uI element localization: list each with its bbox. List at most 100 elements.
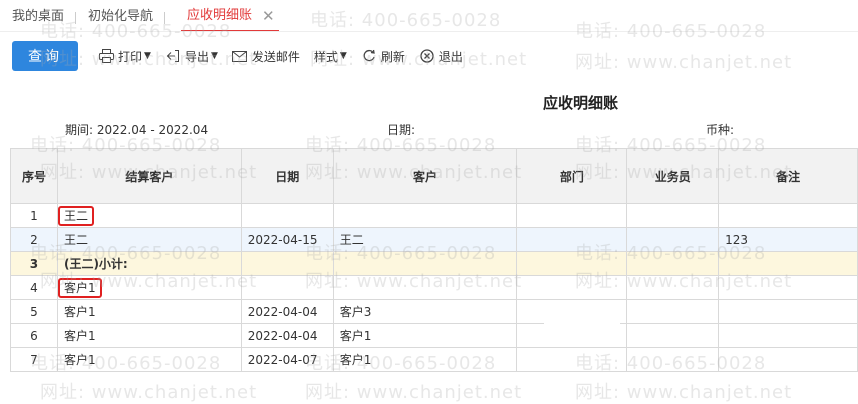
send-email-label: 发送邮件 (251, 49, 300, 64)
cell-customer: 王二 (332, 227, 518, 252)
exit-button[interactable]: 退出 (419, 48, 463, 65)
cell-customer (332, 275, 518, 300)
refresh-icon (361, 48, 377, 64)
table-row[interactable]: 7 客户1 2022-04-07 客户1 (10, 347, 858, 372)
cell-settle-customer: 客户1 (56, 299, 242, 324)
cell-salesperson (626, 227, 720, 252)
cell-remark: 123 (718, 227, 858, 252)
chevron-down-icon: ▼ (339, 51, 347, 61)
table-row[interactable]: 6 客户1 2022-04-04 客户1 (10, 323, 858, 348)
cell-date (240, 251, 334, 276)
blank-patch (544, 311, 620, 347)
cell-salesperson (626, 275, 720, 300)
cell-department (516, 203, 628, 228)
column-header-date[interactable]: 日期 (240, 148, 334, 204)
table-row[interactable]: 5 客户1 2022-04-04 客户3 (10, 299, 858, 324)
cell-salesperson (626, 299, 720, 324)
highlight-box: 客户1 (58, 277, 102, 298)
tab-divider (0, 31, 858, 32)
receivable-detail-table: 序号 结算客户 日期 客户 部门 业务员 备注 1 王二 2 王二 2022-0… (10, 148, 858, 372)
cell-remark (718, 299, 858, 324)
cell-department (516, 227, 628, 252)
cell-remark (718, 251, 858, 276)
close-icon[interactable]: ✕ (262, 1, 275, 31)
cell-date: 2022-04-04 (240, 323, 334, 348)
printer-icon (98, 48, 114, 64)
cell-salesperson (626, 323, 720, 348)
column-header-remark[interactable]: 备注 (718, 148, 858, 204)
cell-department (516, 347, 628, 372)
cell-customer (332, 203, 518, 228)
cell-customer: 客户1 (332, 323, 518, 348)
table-row[interactable]: 2 王二 2022-04-15 王二 123 (10, 227, 858, 252)
cell-salesperson (626, 203, 720, 228)
period-label: 期间: (65, 123, 94, 137)
table-row[interactable]: 4 客户1 (10, 275, 858, 300)
tab-my-desktop[interactable]: 我的桌面 (12, 2, 77, 32)
cell-seq: 7 (10, 347, 58, 372)
date-label: 日期: (387, 123, 416, 137)
watermark-site: 网址: www.chanjet.net (575, 52, 793, 73)
chevron-down-icon: ▼ (144, 51, 151, 61)
cell-remark (718, 203, 858, 228)
cell-department (516, 275, 628, 300)
cell-seq: 4 (10, 275, 58, 300)
tab-receivable-detail[interactable]: 应收明细账 ✕ (181, 2, 279, 32)
table-header-row: 序号 结算客户 日期 客户 部门 业务员 备注 (10, 148, 858, 204)
cell-seq: 2 (10, 227, 58, 252)
column-header-customer[interactable]: 客户 (332, 148, 518, 204)
cell-settle-customer: 客户1 (56, 275, 242, 300)
style-label: 样式 (313, 49, 338, 64)
tab-bar: 我的桌面 初始化导航 应收明细账 ✕ (0, 0, 858, 32)
currency-field: 币种: (706, 121, 734, 138)
cell-settle-customer: 客户1 (56, 323, 242, 348)
cell-date: 2022-04-07 (240, 347, 334, 372)
cell-remark (718, 275, 858, 300)
cell-settle-customer: 王二 (56, 203, 242, 228)
print-label: 打印 (118, 49, 143, 64)
cell-seq: 6 (10, 323, 58, 348)
period-value: 2022.04 - 2022.04 (96, 123, 209, 137)
column-header-department[interactable]: 部门 (516, 148, 628, 204)
email-icon (232, 48, 248, 64)
column-header-seq[interactable]: 序号 (10, 148, 58, 204)
subtotal-row[interactable]: 3 (王二)小计: (10, 251, 858, 276)
watermark-site: 网址: www.chanjet.net (40, 382, 258, 403)
cell-date (240, 203, 334, 228)
send-email-button[interactable]: 发送邮件 (232, 48, 300, 65)
cell-salesperson (626, 251, 720, 276)
refresh-button[interactable]: 刷新 (361, 48, 405, 65)
style-button[interactable]: 样式 ▼ (314, 48, 347, 65)
cell-seq: 3 (10, 251, 58, 276)
refresh-label: 刷新 (380, 49, 405, 64)
cell-customer: 客户1 (332, 347, 518, 372)
cell-salesperson (626, 347, 720, 372)
cell-date: 2022-04-04 (240, 299, 334, 324)
cell-customer: 客户3 (332, 299, 518, 324)
export-icon (165, 48, 181, 64)
report-title: 应收明细账 (543, 94, 619, 112)
tab-init-nav[interactable]: 初始化导航 (88, 2, 166, 32)
cell-seq: 5 (10, 299, 58, 324)
watermark-site: 网址: www.chanjet.net (305, 382, 523, 403)
cell-department (516, 251, 628, 276)
cell-date (240, 275, 334, 300)
cell-settle-customer: 客户1 (56, 347, 242, 372)
cell-remark (718, 347, 858, 372)
currency-label: 币种: (706, 123, 735, 137)
cell-seq: 1 (10, 203, 58, 228)
export-label: 导出 (184, 49, 209, 64)
exit-label: 退出 (438, 49, 463, 64)
query-button[interactable]: 查询 (12, 41, 78, 71)
export-button[interactable]: 导出 ▼ (165, 48, 218, 65)
toolbar: 查询 打印 ▼ 导出 ▼ 发送邮件 样式 ▼ 刷新 退出 (12, 41, 477, 71)
chevron-down-icon: ▼ (210, 51, 218, 61)
table-row[interactable]: 1 王二 (10, 203, 858, 228)
cell-date: 2022-04-15 (240, 227, 334, 252)
exit-icon (419, 48, 435, 64)
print-button[interactable]: 打印 ▼ (98, 48, 151, 65)
highlight-box: 王二 (58, 205, 94, 226)
tab-label: 应收明细账 (187, 8, 253, 23)
column-header-salesperson[interactable]: 业务员 (626, 148, 720, 204)
column-header-settle-customer[interactable]: 结算客户 (56, 148, 242, 204)
